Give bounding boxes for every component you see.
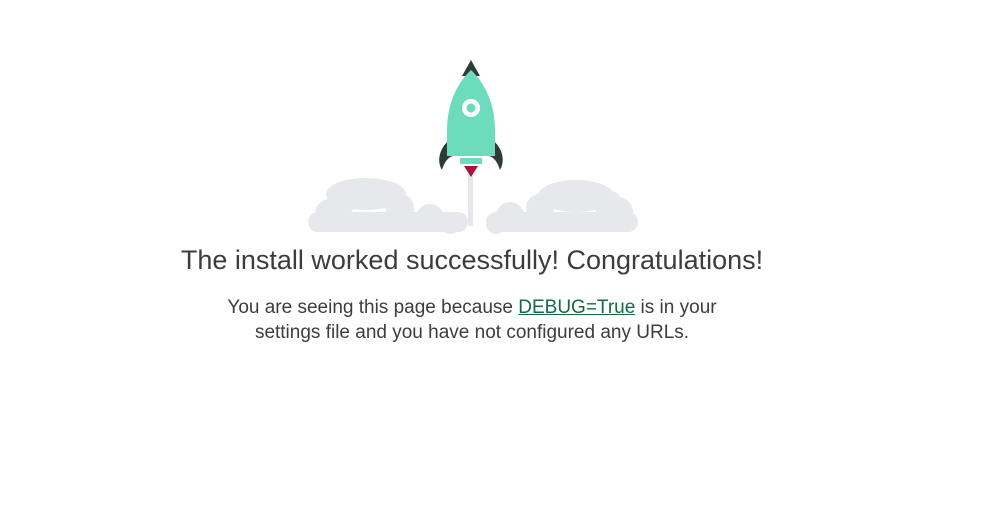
description: You are seeing this page because DEBUG=T…	[0, 295, 944, 345]
rocket-flame	[464, 166, 478, 177]
debug-true-link[interactable]: DEBUG=True	[518, 297, 635, 318]
description-text-after: is in your	[635, 297, 717, 318]
exhaust-trail	[468, 174, 473, 226]
rocket-launch-icon	[308, 60, 638, 234]
description-text-before: You are seeing this page because	[227, 297, 519, 318]
django-welcome-page: The install worked successfully! Congrat…	[0, 0, 988, 512]
rocket-base	[460, 158, 482, 164]
page-title: The install worked successfully! Congrat…	[180, 245, 764, 275]
description-text-line2: settings file and you have not configure…	[254, 322, 690, 343]
